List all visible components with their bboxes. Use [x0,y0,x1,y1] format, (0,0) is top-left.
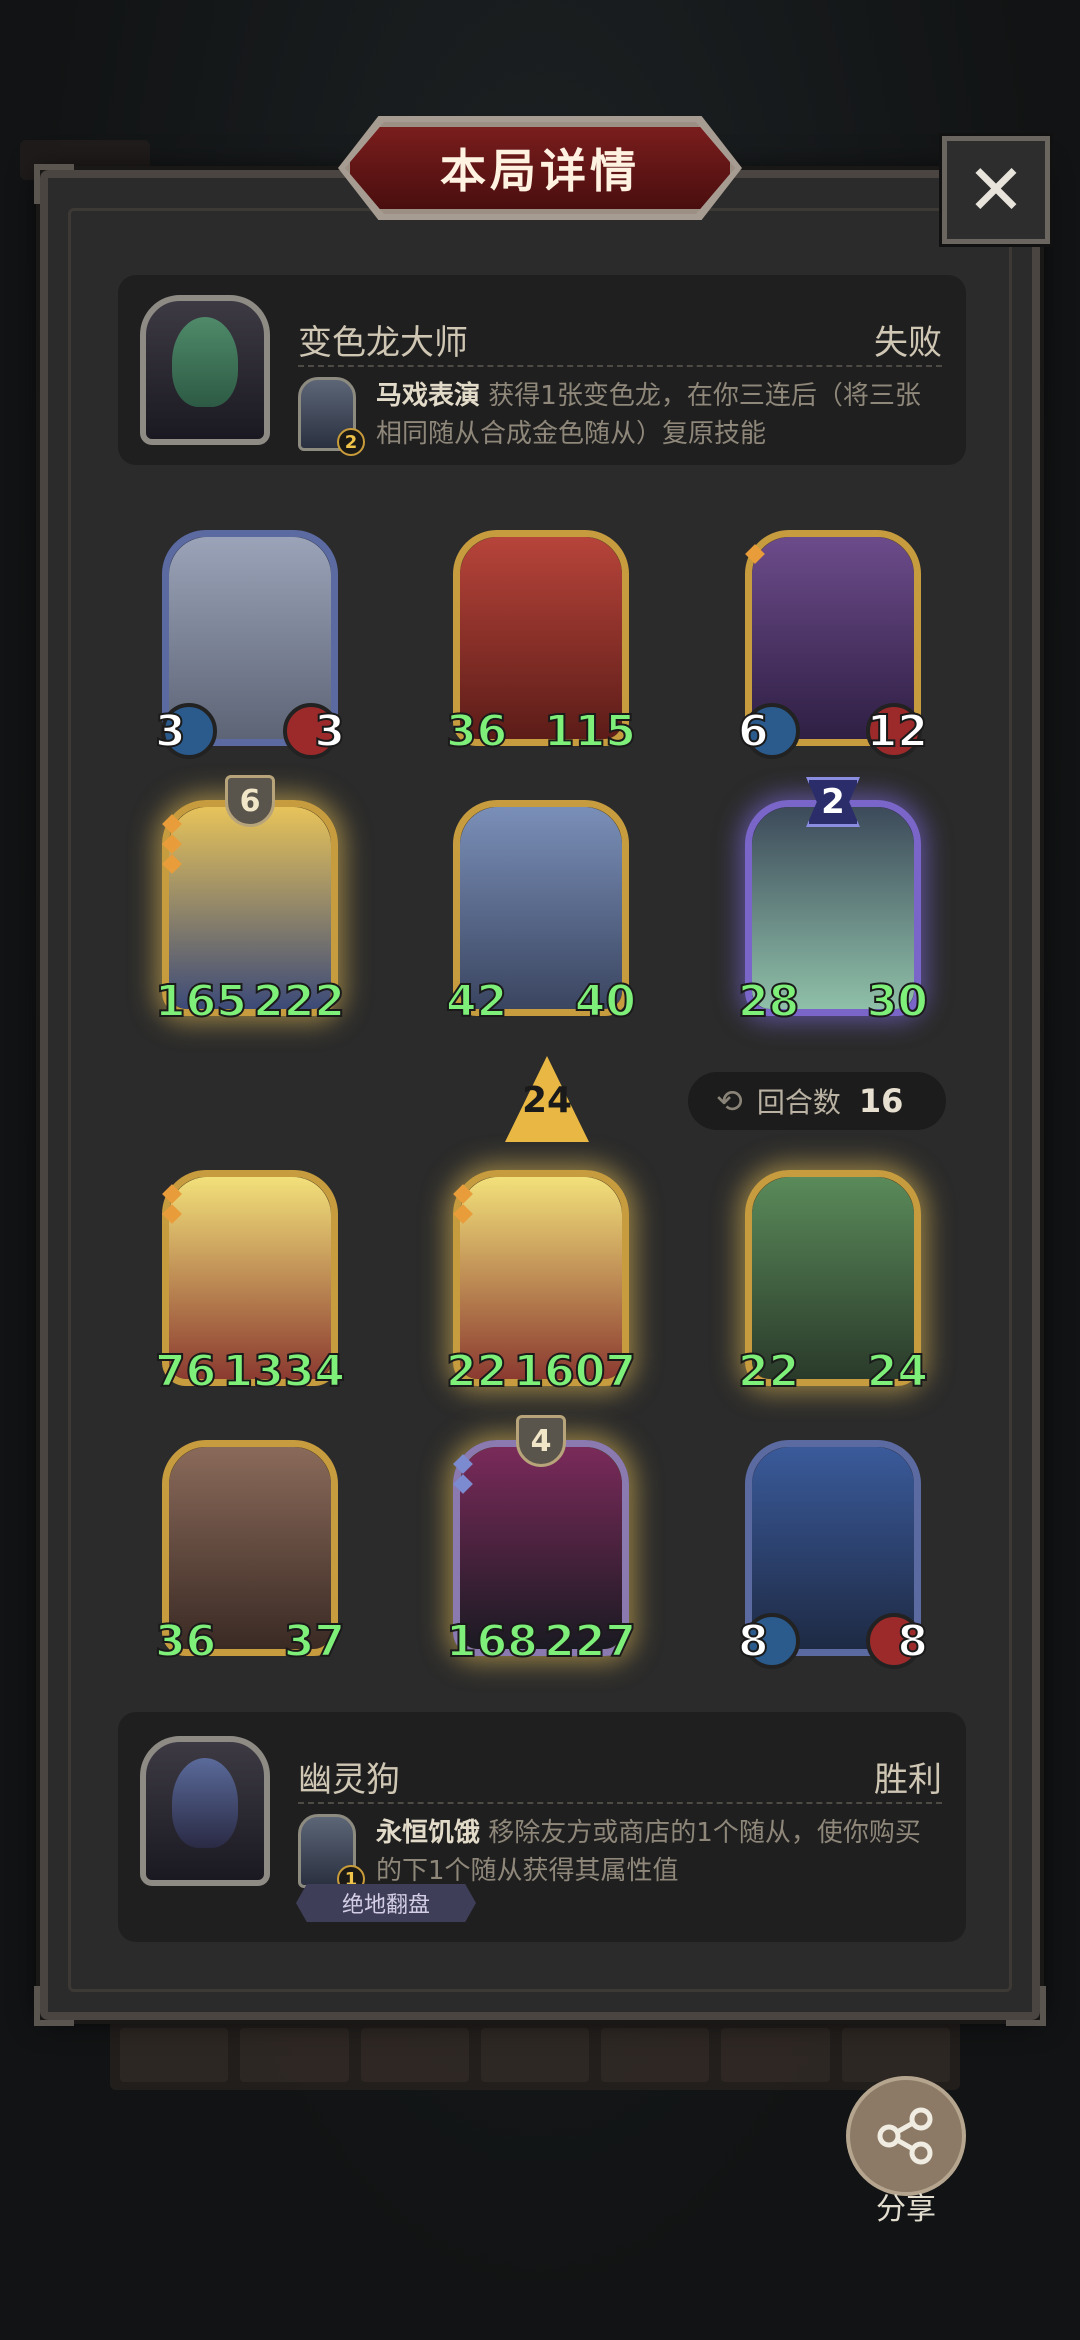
minion-card[interactable]: 36 37 [154,1440,346,1668]
minion-attack: 76 [154,1345,217,1398]
close-icon: ✕ [966,149,1026,231]
divider [298,365,942,367]
round-label: 回合数 [756,1086,841,1119]
title-banner: 本局详情 [345,122,735,214]
corner-ornament [34,164,74,204]
skill-name: 永恒饥饿 [376,1818,481,1848]
opponent-hero-panel: 变色龙大师 失败 2 马戏表演 获得1张变色龙，在你三连后（将三张相同随从合成金… [118,275,966,465]
minion-attack: 168 [445,1615,539,1668]
hero-name: 幽灵狗 [298,1760,400,1800]
minion-card[interactable]: 42 40 [445,800,637,1028]
round-counter: ⟲ 回合数 16 [688,1072,946,1130]
divider [298,1802,942,1804]
share-button[interactable] [846,2076,966,2196]
minion-card[interactable]: 76 1334 [154,1170,346,1398]
corner-ornament [34,1986,74,2026]
minion-card[interactable]: 6 12 [737,530,929,759]
ghost-dog-portrait-art [172,1758,238,1848]
hero-result: 失败 [874,323,942,363]
minion-card[interactable]: 6 165 222 [154,775,346,1028]
share-icon [877,2107,933,2165]
level-badge: 6 [225,775,275,827]
minion-card[interactable]: 3 3 [154,530,346,759]
minion-health: 12 [866,705,929,758]
page-title: 本局详情 [440,144,640,198]
tier-pips [745,544,765,564]
hero-portrait[interactable] [140,1736,270,1886]
minion-attack: 8 [737,1615,770,1668]
hero-portrait[interactable] [140,295,270,445]
minion-attack: 22 [445,1345,508,1398]
share-label: 分享 [876,2192,936,2227]
hero-skill-description: 马戏表演 获得1张变色龙，在你三连后（将三张相同随从合成金色随从）复原技能 [376,377,942,453]
hero-name: 变色龙大师 [298,323,468,363]
minion-health: 8 [896,1615,929,1668]
achievement-tag: 绝地翻盘 [296,1884,476,1922]
tier-pips [453,1454,473,1494]
minion-attack: 36 [445,705,508,758]
player-hero-panel: 幽灵狗 胜利 1 永恒饥饿 移除友方或商店的1个随从，使你购买的下1个随从获得其… [118,1712,966,1942]
skill-level-badge: 2 [337,428,365,456]
minion-card[interactable]: 22 1607 [445,1170,637,1398]
turn-indicator-value: 24 [521,1080,573,1121]
minion-health: 24 [866,1345,929,1398]
minion-health: 222 [252,975,346,1028]
minion-attack: 28 [737,975,800,1028]
hero-skill-description: 永恒饥饿 移除友方或商店的1个随从，使你购买的下1个随从获得其属性值 [376,1814,942,1890]
minion-health: 40 [574,975,637,1028]
minion-card[interactable]: 36 115 [445,530,637,758]
minion-card[interactable]: 2 28 30 [737,777,929,1028]
minion-health: 227 [543,1615,637,1668]
minion-card[interactable]: 4 168 227 [445,1415,637,1668]
tier-pips [453,1184,473,1224]
round-value: 16 [858,1082,904,1120]
minion-card[interactable]: 8 8 [737,1440,929,1669]
tier-pips [162,1184,182,1224]
minion-attack: 6 [737,705,770,758]
minion-attack: 3 [154,705,187,758]
minion-health: 30 [866,975,929,1028]
hero-result: 胜利 [874,1760,942,1800]
hero-skill-icon[interactable]: 1 [298,1814,365,1893]
minion-card[interactable]: 22 24 [737,1170,929,1398]
level-badge: 4 [516,1415,566,1467]
minion-health: 3 [313,705,346,758]
background-hand-strip [110,2020,960,2090]
minion-health: 115 [543,705,637,758]
close-button[interactable]: ✕ [939,133,1053,247]
minion-attack: 22 [737,1345,800,1398]
skill-name: 马戏表演 [376,381,481,411]
hero-skill-icon[interactable]: 2 [298,377,365,456]
minion-attack: 42 [445,975,508,1028]
star-level-badge: 2 [806,777,860,827]
refresh-icon: ⟲ [716,1082,743,1120]
chameleon-portrait-art [172,317,238,407]
minion-attack: 36 [154,1615,217,1668]
minion-health: 37 [283,1615,346,1668]
minion-health: 1334 [222,1345,346,1398]
tier-pips [162,814,182,874]
minion-attack: 165 [154,975,248,1028]
minion-health: 1607 [513,1345,637,1398]
corner-ornament [1006,1986,1046,2026]
